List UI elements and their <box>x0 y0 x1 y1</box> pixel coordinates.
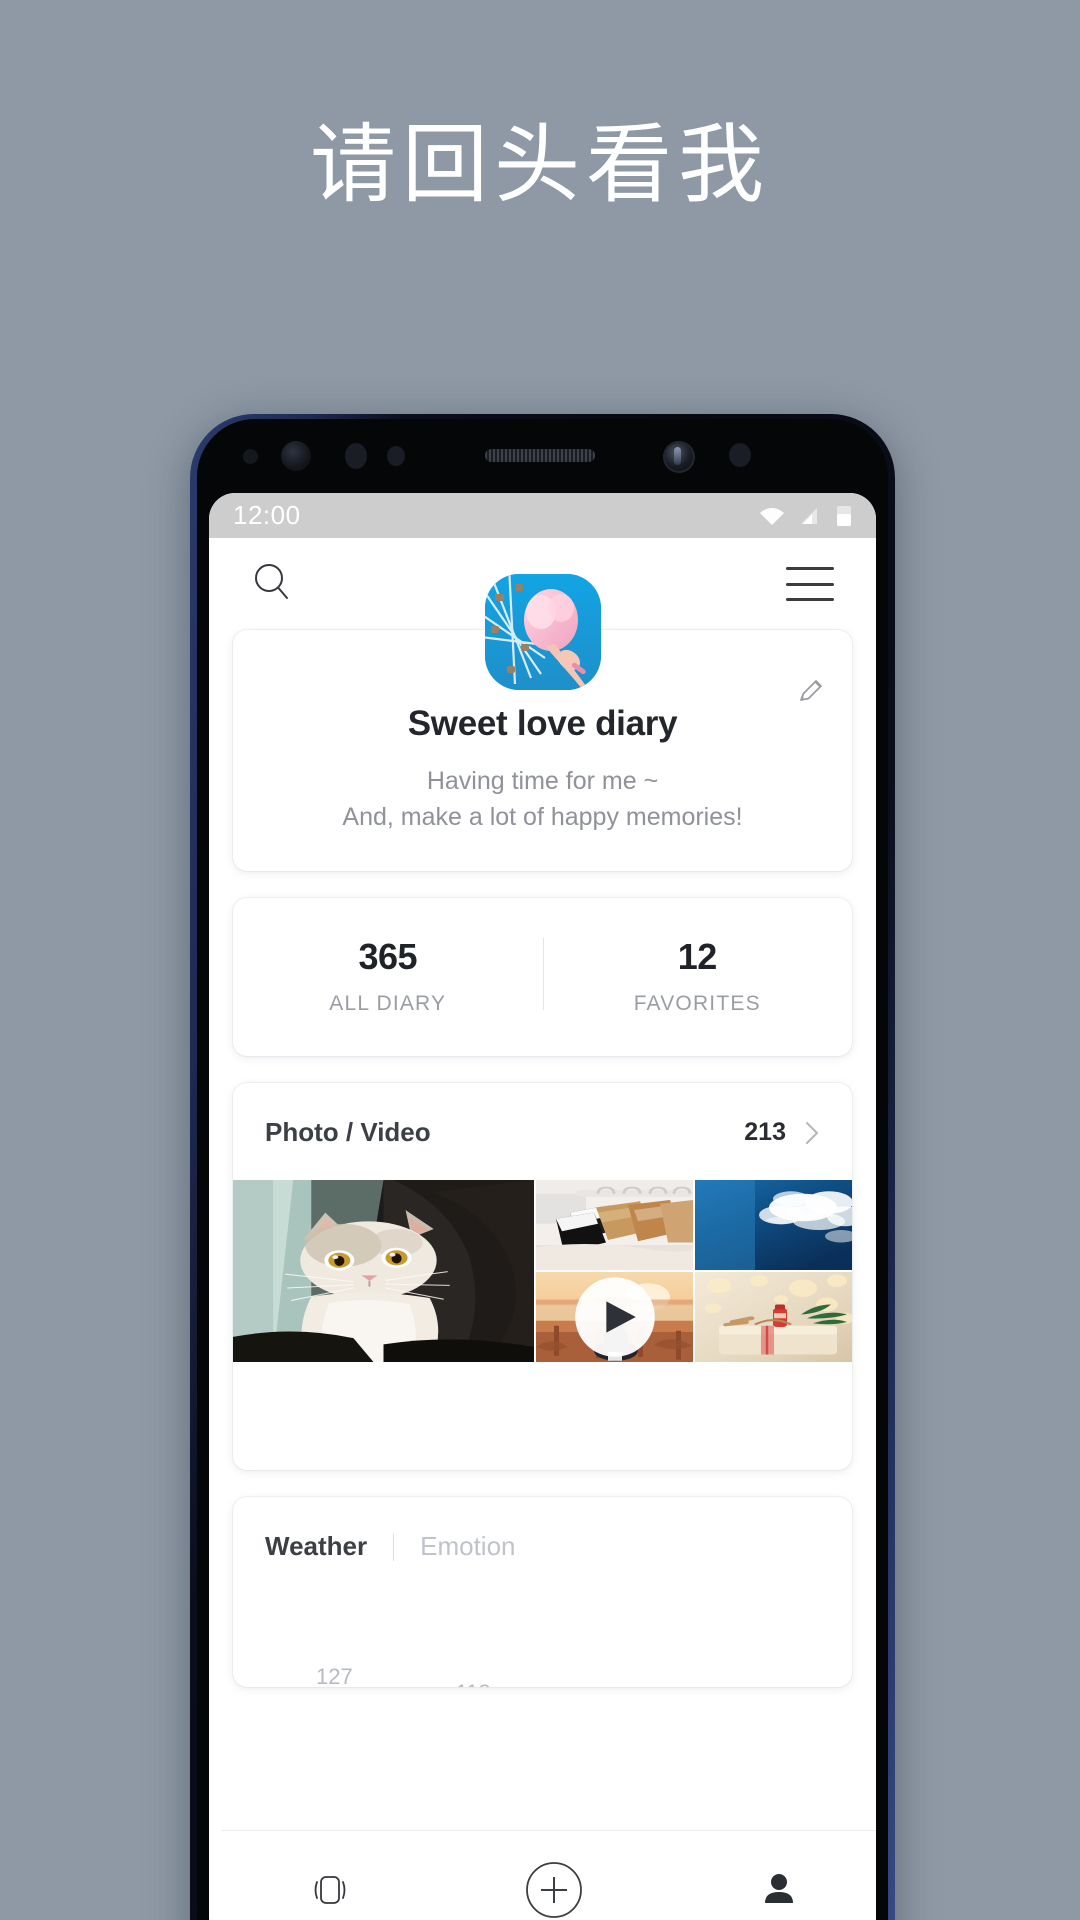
photo-tile-gift[interactable] <box>695 1272 852 1362</box>
stats-card: 365 ALL DIARY 12 FAVORITES <box>233 898 852 1056</box>
stat-label: FAVORITES <box>633 992 761 1015</box>
weather-emotion-tabs: Weather Emotion <box>265 1531 820 1562</box>
status-icons <box>758 504 854 528</box>
profile-icon <box>764 1873 793 1903</box>
menu-button[interactable] <box>786 567 834 601</box>
chart-bar-item: 50 <box>681 1636 820 1687</box>
photo-grid <box>233 1180 852 1470</box>
photo-tile-hangers[interactable] <box>536 1180 693 1270</box>
profile-subtitle: Having time for me ~ And, make a lot of … <box>263 764 822 835</box>
light-sensor-icon <box>345 443 367 469</box>
photo-video-count: 213 <box>744 1118 786 1146</box>
search-button[interactable] <box>251 561 293 608</box>
chart-bar-item: 118 <box>404 1636 543 1687</box>
chart-bar-value: 118 <box>456 1680 491 1687</box>
screen-content: Sweet love diary Having time for me ~ An… <box>209 574 876 1687</box>
chevron-right-icon <box>806 1121 818 1144</box>
page-headline: 请回头看我 <box>310 115 770 215</box>
stat-value: 12 <box>677 936 718 977</box>
profile-card: Sweet love diary Having time for me ~ An… <box>233 574 852 871</box>
stat-value: 365 <box>358 936 418 977</box>
phone-top-bezel <box>197 419 888 493</box>
front-camera-icon <box>663 441 695 473</box>
photo-tile-sky[interactable] <box>695 1180 852 1270</box>
profile-title: Sweet love diary <box>407 704 678 743</box>
weather-chart: 127 118 97 <box>265 1596 820 1687</box>
signal-icon <box>801 507 817 524</box>
photo-video-card: Photo / Video 213 <box>233 1083 852 1470</box>
tab-divider <box>393 1532 395 1561</box>
wifi-icon <box>760 507 784 525</box>
nav-add-button[interactable] <box>523 1859 585 1920</box>
cat-photo <box>233 1180 534 1362</box>
stat-favorites[interactable]: 12 FAVORITES <box>542 936 853 1016</box>
phone-bezel: 12:00 Sweet love diary Having time for m… <box>197 419 888 1920</box>
battery-icon <box>837 505 851 526</box>
photo-video-header[interactable]: Photo / Video 213 <box>233 1083 852 1180</box>
menu-line-2 <box>786 582 834 586</box>
blue-sky-clouds-photo <box>695 1180 852 1270</box>
profile-subtitle-line-1: Having time for me ~ <box>426 767 659 795</box>
menu-line-1 <box>786 567 834 570</box>
pencil-icon[interactable] <box>796 676 826 706</box>
status-bar: 12:00 <box>209 493 876 538</box>
photo-tile-beach-video[interactable] <box>536 1272 693 1362</box>
nav-profile-button[interactable] <box>754 1865 804 1915</box>
nav-cards-button[interactable] <box>305 1865 355 1915</box>
weather-emotion-card: Weather Emotion 127 <box>233 1497 852 1687</box>
phone-screen: 12:00 Sweet love diary Having time for m… <box>209 493 876 1920</box>
secondary-sensor-icon <box>729 443 751 467</box>
phone-device-frame: 12:00 Sweet love diary Having time for m… <box>190 414 895 1920</box>
photo-video-header-right: 213 <box>744 1118 820 1147</box>
search-icon <box>255 563 288 599</box>
cards-icon <box>314 1875 346 1904</box>
tab-weather[interactable]: Weather <box>265 1531 367 1562</box>
tab-emotion[interactable]: Emotion <box>420 1531 515 1562</box>
stat-all-diary[interactable]: 365 ALL DIARY <box>233 936 543 1016</box>
chart-bar-item: 127 <box>265 1636 404 1687</box>
screenshot-root: 请回头看我 12:00 Sweet love diary Having time… <box>0 0 1080 1920</box>
play-icon[interactable] <box>536 1272 693 1362</box>
earpiece-speaker <box>485 449 595 462</box>
led-indicator-icon <box>387 446 405 466</box>
photo-video-title: Photo / Video <box>265 1117 431 1147</box>
add-icon <box>526 1861 583 1918</box>
stat-label: ALL DIARY <box>329 992 447 1015</box>
gift-bokeh-photo <box>695 1272 852 1362</box>
chart-bar-value: 127 <box>316 1664 353 1687</box>
avatar[interactable] <box>484 574 601 690</box>
chart-bars: 127 118 97 <box>265 1636 820 1687</box>
bottom-navigation <box>221 1830 876 1920</box>
iris-scanner-icon <box>281 441 311 471</box>
photo-tile-cat[interactable] <box>233 1180 534 1362</box>
profile-subtitle-line-2: And, make a lot of happy memories! <box>342 802 743 831</box>
chart-bar-item: 97 <box>543 1636 682 1687</box>
proximity-sensor-icon <box>243 449 258 464</box>
cotton-candy-photo <box>484 574 601 690</box>
clothes-hangers-photo <box>536 1180 693 1270</box>
menu-line-3 <box>786 598 834 601</box>
status-time: 12:00 <box>233 500 301 530</box>
